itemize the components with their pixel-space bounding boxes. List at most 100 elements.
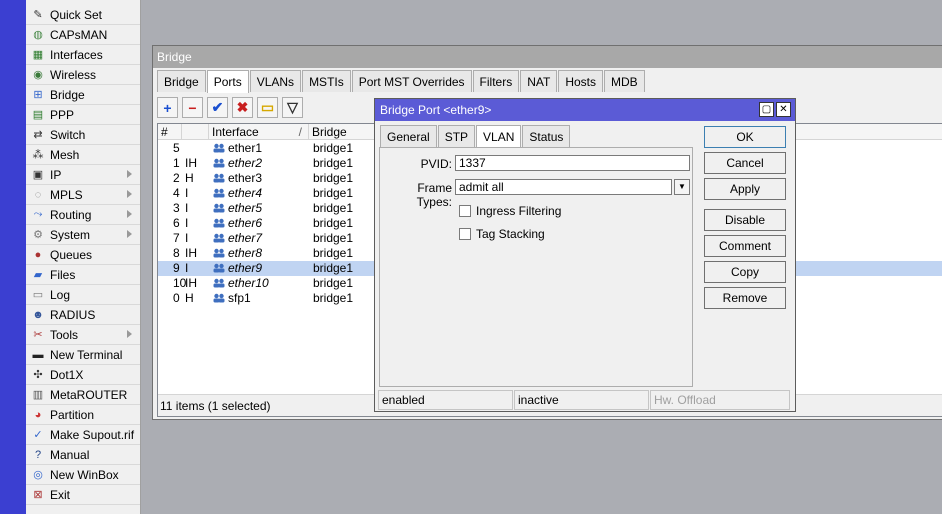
dropdown-arrow-icon[interactable]: ▼ (674, 179, 690, 195)
pvid-field[interactable]: 1337 (455, 155, 690, 171)
log-icon: ▭ (32, 289, 44, 301)
sidebar-item-label: Partition (50, 407, 95, 422)
sidebar-item-manual[interactable]: ? Manual (26, 445, 140, 465)
apply-button[interactable]: Apply (704, 178, 786, 200)
sidebar-item-bridge[interactable]: ⊞ Bridge (26, 85, 140, 105)
column-header-bridge[interactable]: Bridge (309, 124, 379, 140)
row-number: 9 (173, 261, 180, 275)
frame-types-select[interactable]: admit all (455, 179, 672, 195)
sidebar-item-label: System (50, 227, 91, 242)
filter-button[interactable]: ▽ (282, 97, 303, 118)
row-flags: IH (185, 276, 197, 290)
cancel-button[interactable]: Cancel (704, 152, 786, 174)
sidebar-menu: ✎ Quick Set ◍ CAPsMAN ▦ Interfaces ◉ Wireless ⊞ B… (26, 0, 141, 514)
tab-filters[interactable]: Filters (472, 70, 520, 92)
add-button[interactable]: + (157, 97, 178, 118)
dialog-tab-status[interactable]: Status (522, 125, 571, 147)
column-header-flags[interactable] (182, 124, 209, 140)
sidebar-item-quick-set[interactable]: ✎ Quick Set (26, 5, 140, 25)
column-header-number[interactable]: # (158, 124, 182, 140)
comment-button[interactable]: ▭ (257, 97, 278, 118)
sidebar-item-dot1x[interactable]: ✣ Dot1X (26, 365, 140, 385)
sidebar-item-label: Queues (50, 247, 93, 262)
tab-nat[interactable]: NAT (520, 70, 558, 92)
remove-button[interactable]: Remove (704, 287, 786, 309)
row-interface-name: ether8 (228, 246, 263, 260)
sidebar-item-capsman[interactable]: ◍ CAPsMAN (26, 25, 140, 45)
row-number: 4 (173, 186, 180, 200)
close-icon[interactable]: ✕ (776, 102, 791, 117)
sidebar-item-new-winbox[interactable]: ◎ New WinBox (26, 465, 140, 485)
switch-icon: ⇄ (33, 129, 43, 141)
sidebar-item-new-terminal[interactable]: ▬ New Terminal (26, 345, 140, 365)
sidebar-item-metarouter[interactable]: ▥ MetaROUTER (26, 385, 140, 405)
sidebar-item-log[interactable]: ▭ Log (26, 285, 140, 305)
ingress-filtering-checkbox[interactable] (459, 205, 471, 217)
sidebar-item-ppp[interactable]: ▤ PPP (26, 105, 140, 125)
column-header-interface[interactable]: Interface / (209, 124, 309, 140)
disable-button[interactable]: ✖ (232, 97, 253, 118)
sidebar-item-mpls[interactable]: ◌ MPLS (26, 185, 140, 205)
dialog-title-bar[interactable]: Bridge Port <ether9> ▢ ✕ (375, 99, 795, 121)
row-flags: I (185, 201, 189, 215)
submenu-arrow-icon (127, 170, 132, 178)
tab-ports[interactable]: Ports (206, 70, 249, 93)
ok-button[interactable]: OK (704, 126, 786, 148)
dialog-tab-general[interactable]: General (380, 125, 437, 147)
interface-icon (213, 262, 225, 273)
sidebar-item-label: New Terminal (50, 347, 123, 362)
capsman-icon: ◍ (33, 29, 43, 41)
row-flags: IH (185, 156, 197, 170)
status-running: inactive (514, 390, 649, 410)
sidebar-item-radius[interactable]: ☻ RADIUS (26, 305, 140, 325)
partition-icon: ◕ (34, 408, 42, 421)
sidebar-item-make-supout-rif[interactable]: ✓ Make Supout.rif (26, 425, 140, 445)
tab-mdb[interactable]: MDB (604, 70, 645, 92)
row-interface-name: ether4 (228, 186, 263, 200)
sidebar-item-label: Switch (50, 127, 86, 142)
remove-button[interactable]: − (182, 97, 203, 118)
tab-bridge[interactable]: Bridge (157, 70, 206, 92)
maximize-icon[interactable]: ▢ (759, 102, 774, 117)
tab-vlans[interactable]: VLANs (249, 70, 302, 92)
row-flags: I (185, 216, 189, 230)
tab-port-mst-overrides[interactable]: Port MST Overrides (351, 70, 472, 92)
interface-icon (213, 292, 225, 303)
dialog-title: Bridge Port <ether9> (380, 103, 492, 117)
row-bridge: bridge1 (313, 276, 354, 290)
sidebar-item-switch[interactable]: ⇄ Switch (26, 125, 140, 145)
copy-button[interactable]: Copy (704, 261, 786, 283)
row-number: 7 (173, 231, 180, 245)
tab-hosts[interactable]: Hosts (558, 70, 604, 92)
tab-mstis[interactable]: MSTIs (302, 70, 351, 92)
disable-button[interactable]: Disable (704, 209, 786, 231)
row-interface: ether2 (210, 156, 262, 171)
sidebar-item-system[interactable]: ⚙ System (26, 225, 140, 245)
sidebar-item-label: Interfaces (50, 47, 103, 62)
dialog-tab-vlan[interactable]: VLAN (476, 125, 522, 147)
enable-button[interactable]: ✔ (207, 97, 228, 118)
sidebar-item-routing[interactable]: ⤳ Routing (26, 205, 140, 225)
sidebar-item-ip[interactable]: ▣ IP (26, 165, 140, 185)
sidebar-item-wireless[interactable]: ◉ Wireless (26, 65, 140, 85)
sidebar-item-partition[interactable]: ◕ Partition (26, 405, 140, 425)
sidebar-item-queues[interactable]: ● Queues (26, 245, 140, 265)
row-bridge: bridge1 (313, 246, 354, 260)
sidebar-item-tools[interactable]: ✂ Tools (26, 325, 140, 345)
sidebar-item-mesh[interactable]: ⁂ Mesh (26, 145, 140, 165)
bridge-port-dialog: Bridge Port <ether9> ▢ ✕ General STP VLAN S… (374, 98, 796, 412)
metarouter-icon: ▥ (32, 389, 44, 401)
row-interface-name: ether6 (228, 216, 263, 230)
sidebar-item-interfaces[interactable]: ▦ Interfaces (26, 45, 140, 65)
row-flags: I (185, 261, 189, 275)
interface-icon (213, 232, 225, 243)
sidebar-item-label: Quick Set (50, 7, 103, 22)
row-interface: ether9 (210, 261, 262, 276)
row-number: 1 (173, 156, 180, 170)
comment-button[interactable]: Comment (704, 235, 786, 257)
sidebar-item-files[interactable]: ▰ Files (26, 265, 140, 285)
sidebar-item-exit[interactable]: ⊠ Exit (26, 485, 140, 505)
dialog-tab-stp[interactable]: STP (437, 125, 476, 147)
tag-stacking-checkbox[interactable] (459, 228, 471, 240)
row-interface: ether3 (210, 171, 262, 186)
